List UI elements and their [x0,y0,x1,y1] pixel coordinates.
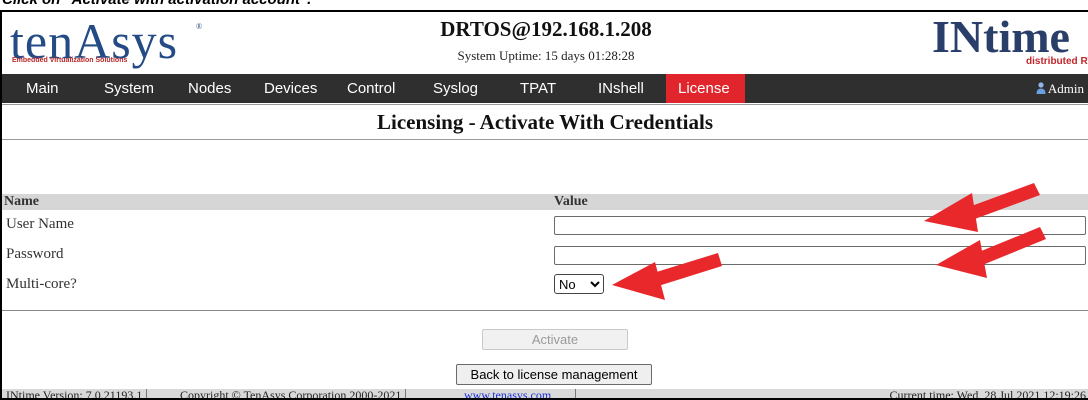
nav-system[interactable]: System [92,74,166,103]
instruction-text: Click on "Activate with activation accou… [2,0,311,8]
form-row-username: User Name [2,210,1088,238]
user-name: Admin [1047,81,1084,96]
host-info: DRTOS@192.168.1.208 System Uptime: 15 da… [426,17,666,64]
form-row-password: Password [2,240,1088,268]
column-header-name: Name [4,194,39,209]
system-uptime: System Uptime: 15 days 01:28:28 [457,48,635,63]
footer-link-cell: www.tenasys.com [460,388,576,399]
browser-page: tenAsys ® Embedded Virtualization Soluti… [0,10,1088,400]
page-title: Licensing - Activate With Credentials [2,104,1088,140]
registered-mark: ® [196,22,203,31]
user-menu[interactable]: Admin [1036,74,1084,103]
activate-button[interactable]: Activate [482,329,628,350]
nav-control[interactable]: Control [335,74,407,103]
username-label: User Name [6,216,74,232]
instruction-caption: Click on "Activate with activation accou… [0,0,1088,10]
password-label: Password [6,246,64,262]
multicore-select[interactable]: No [554,274,604,294]
back-to-license-management-button[interactable]: Back to license management [456,364,652,385]
nav-main[interactable]: Main [14,74,71,103]
copyright-notice: Copyright © TenAsys Corporation 2000-202… [176,389,407,398]
intime-version: INtime Version: 7.0.21193.1 [2,389,148,398]
form-row-multicore: Multi-core? No [2,270,1088,298]
page-footer: INtime Version: 7.0.21193.1 Copyright © … [2,388,1088,400]
column-header-value: Value [554,194,588,209]
tenasys-tagline: Embedded Virtualization Solutions [12,57,128,64]
main-nav: Main System Nodes Devices Control Syslog… [2,74,1088,103]
form-divider [2,310,1088,311]
password-input[interactable] [554,246,1086,265]
table-header: Name Value [2,194,1088,210]
host-name: DRTOS@192.168.1.208 [440,17,652,41]
nav-license[interactable]: License [666,74,745,103]
page-header: tenAsys ® Embedded Virtualization Soluti… [2,12,1088,74]
nav-inshell[interactable]: INshell [586,74,656,103]
user-icon [1036,82,1046,94]
current-time: Current time: Wed, 28 Jul 2021 12:19:26 [889,388,1086,400]
nav-syslog[interactable]: Syslog [421,74,490,103]
nav-tpat[interactable]: TPAT [508,74,568,103]
multicore-label: Multi-core? [6,276,77,292]
nav-nodes[interactable]: Nodes [176,74,243,103]
nav-devices[interactable]: Devices [252,74,329,103]
tenasys-website-link[interactable]: www.tenasys.com [464,388,551,399]
tenasys-logo: tenAsys ® Embedded Virtualization Soluti… [10,13,210,70]
username-input[interactable] [554,216,1086,235]
intime-logo-subtitle: distributed RTOS [1026,56,1088,67]
intime-logo: INtime distributed RTOS [932,12,1088,70]
